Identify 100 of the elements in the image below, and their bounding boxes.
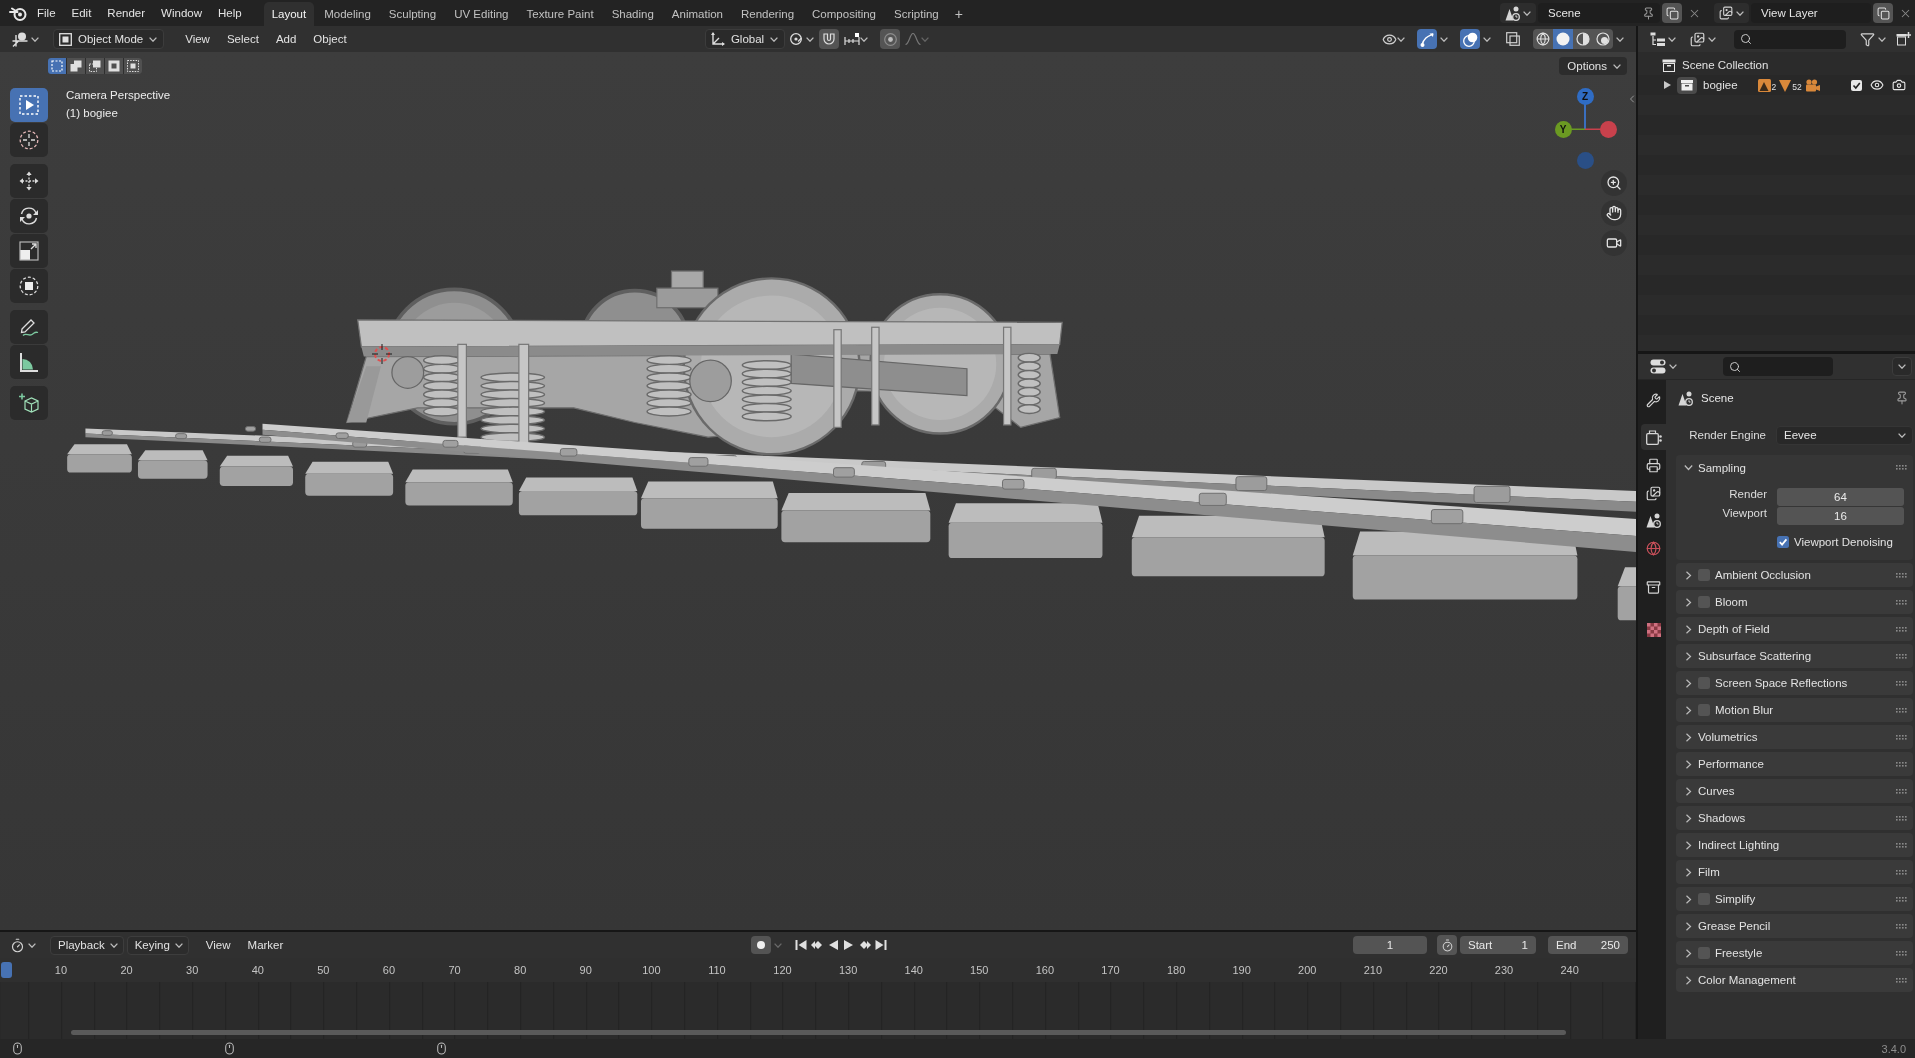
- pin-icon[interactable]: [1642, 6, 1655, 20]
- start-frame-field[interactable]: Start 1: [1460, 936, 1536, 954]
- pin-icon[interactable]: [1895, 391, 1909, 405]
- tool-button[interactable]: [10, 345, 48, 379]
- menu-item[interactable]: File: [29, 2, 64, 24]
- shading-mode-button[interactable]: [1553, 29, 1573, 49]
- video-camera-icon[interactable]: [1606, 235, 1622, 251]
- caret-icon[interactable]: [1898, 432, 1906, 438]
- overlays-toggle-button[interactable]: [1460, 29, 1480, 49]
- select-mode-button[interactable]: [86, 58, 104, 74]
- workspace-tab[interactable]: UV Editing: [446, 2, 517, 26]
- search-field[interactable]: [1734, 29, 1846, 49]
- caret-icon[interactable]: [1668, 36, 1676, 42]
- checkbox[interactable]: [1777, 536, 1789, 548]
- play-reverse-icon[interactable]: [827, 939, 839, 951]
- tool-button[interactable]: [10, 234, 48, 268]
- caret-icon[interactable]: [149, 36, 158, 42]
- menu-item[interactable]: Render: [99, 2, 154, 24]
- filter-icon[interactable]: [1860, 31, 1875, 47]
- tool-button[interactable]: [10, 199, 48, 233]
- caret-icon[interactable]: [1523, 10, 1531, 16]
- chevron-right-icon[interactable]: [1684, 921, 1693, 931]
- hand-icon[interactable]: [1606, 205, 1622, 221]
- tool-button[interactable]: [10, 88, 48, 122]
- eye-icon[interactable]: [1382, 31, 1397, 47]
- axis-handle[interactable]: [1599, 121, 1617, 138]
- chevron-right-icon[interactable]: [1684, 975, 1693, 985]
- caret-icon[interactable]: [109, 942, 118, 948]
- menu-item[interactable]: Marker: [240, 935, 291, 955]
- chevron-right-icon[interactable]: [1684, 705, 1693, 715]
- tree-item[interactable]: bogiee: [1703, 79, 1738, 91]
- images-icon[interactable]: [1690, 31, 1705, 47]
- chevron-right-icon[interactable]: [1684, 786, 1693, 796]
- workspace-tab[interactable]: Compositing: [804, 2, 884, 26]
- tool-button[interactable]: [10, 386, 48, 420]
- panel-header[interactable]: Shadows: [1676, 806, 1913, 830]
- scene-selector-button[interactable]: [1500, 3, 1536, 23]
- chevron-right-icon[interactable]: [1684, 651, 1693, 661]
- panel-header[interactable]: Freestyle: [1676, 941, 1913, 965]
- tree-item[interactable]: Scene Collection: [1682, 59, 1769, 71]
- tool-button[interactable]: [10, 123, 48, 157]
- menu-item[interactable]: View: [198, 935, 238, 955]
- viewport-editor-icon[interactable]: [12, 31, 28, 47]
- playback-dropdown[interactable]: Playback: [50, 935, 124, 955]
- workspace-tab[interactable]: Shading: [603, 2, 662, 26]
- workspace-tab[interactable]: Modeling: [316, 2, 379, 26]
- end-frame-field[interactable]: End 250: [1548, 936, 1628, 954]
- keying-dropdown[interactable]: Keying: [126, 935, 189, 955]
- orientation-dropdown[interactable]: Global: [704, 29, 786, 49]
- object-mode-dropdown[interactable]: Object Mode: [53, 29, 165, 49]
- tool-button[interactable]: [10, 310, 48, 344]
- add-workspace-button[interactable]: +: [948, 2, 969, 26]
- caret-icon[interactable]: [1616, 36, 1624, 42]
- menu-item[interactable]: Select: [219, 29, 266, 49]
- timeline-scrollbar[interactable]: [71, 1030, 1566, 1035]
- menu-item[interactable]: Object: [306, 29, 354, 49]
- properties-tab[interactable]: [1641, 424, 1666, 450]
- panel-header[interactable]: Simplify: [1676, 887, 1913, 911]
- options-dropdown[interactable]: [1892, 357, 1912, 376]
- panel-header[interactable]: Depth of Field: [1676, 617, 1913, 641]
- snap-toggle-button[interactable]: [819, 29, 840, 49]
- menu-item[interactable]: Edit: [63, 2, 100, 24]
- proportional-edit-button[interactable]: [880, 29, 901, 49]
- collection-tile[interactable]: [1677, 76, 1697, 94]
- menu-item[interactable]: Help: [210, 2, 250, 24]
- chevron-right-icon[interactable]: [1684, 732, 1693, 742]
- workspace-tab[interactable]: Layout: [263, 2, 315, 26]
- panel-header[interactable]: Sampling: [1676, 455, 1913, 480]
- images-icon[interactable]: [1719, 6, 1733, 20]
- view-layer-selector-button[interactable]: [1714, 3, 1749, 23]
- axis-handle[interactable]: Z: [1576, 88, 1594, 105]
- axis-handle[interactable]: [1576, 151, 1594, 169]
- caret-icon[interactable]: [770, 36, 779, 42]
- caret-icon[interactable]: [1440, 36, 1448, 42]
- checkbox[interactable]: [1698, 596, 1710, 608]
- record-button[interactable]: [751, 936, 771, 954]
- panel-header[interactable]: Ambient Occlusion: [1676, 563, 1913, 587]
- panel-header[interactable]: Grease Pencil: [1676, 914, 1913, 938]
- list-tree-icon[interactable]: [1650, 32, 1665, 46]
- chevron-right-icon[interactable]: [1684, 948, 1693, 958]
- checkbox[interactable]: [1851, 79, 1862, 91]
- panel-header[interactable]: Screen Space Reflections: [1676, 671, 1913, 695]
- chevron-right-icon[interactable]: [1684, 678, 1693, 688]
- tool-button[interactable]: [10, 269, 48, 303]
- select-mode-button[interactable]: [67, 58, 85, 74]
- caret-icon[interactable]: [1397, 36, 1405, 42]
- panel-header[interactable]: Motion Blur: [1676, 698, 1913, 722]
- pan-button[interactable]: [1601, 200, 1627, 226]
- shading-mode-button[interactable]: [1593, 29, 1613, 49]
- gizmo-toggle-button[interactable]: [1417, 29, 1437, 49]
- caret-icon[interactable]: [1736, 10, 1744, 16]
- checkbox[interactable]: [1698, 893, 1710, 905]
- clock-icon[interactable]: [10, 937, 25, 953]
- select-mode-button[interactable]: [124, 58, 142, 74]
- caret-icon[interactable]: [174, 942, 183, 948]
- panel-header[interactable]: Film: [1676, 860, 1913, 884]
- chevron-right-icon[interactable]: [1684, 759, 1693, 769]
- panel-header[interactable]: Curves: [1676, 779, 1913, 803]
- zoom-button[interactable]: [1601, 170, 1627, 196]
- chevron-right-icon[interactable]: [1684, 840, 1693, 850]
